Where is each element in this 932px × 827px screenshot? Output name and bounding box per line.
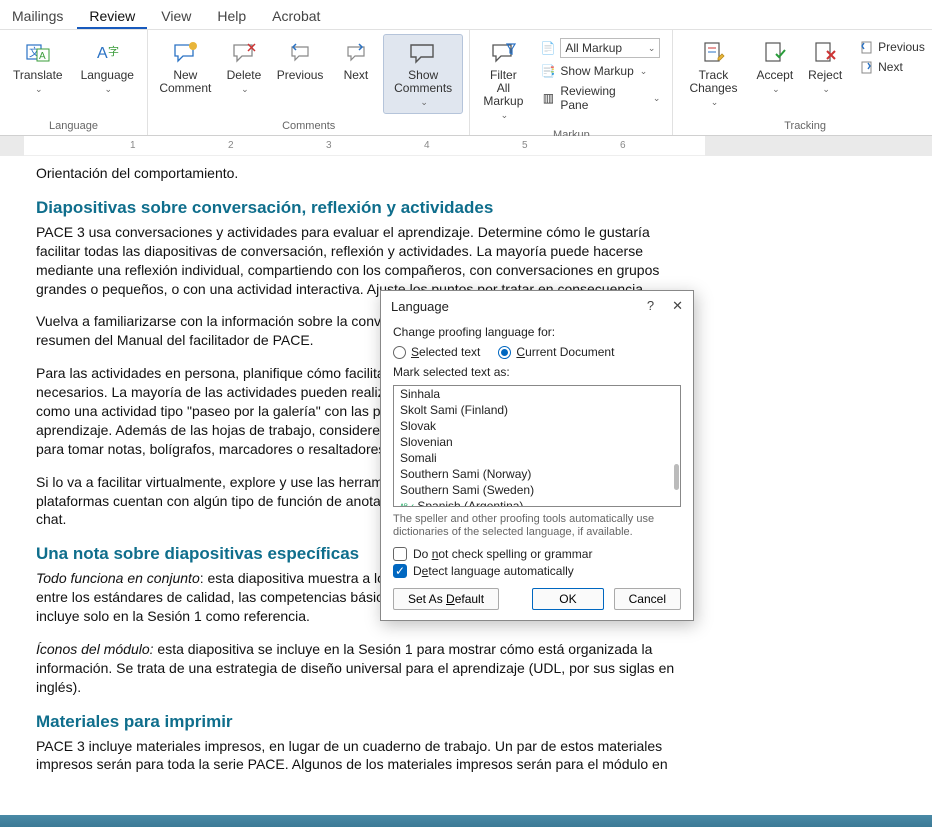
delete-comment-icon	[231, 39, 257, 67]
ruler[interactable]: 1 2 3 4 5 6	[0, 136, 932, 156]
next-comment-button[interactable]: Next	[333, 34, 379, 87]
group-comments: NewComment Delete⌄ Previous Next ShowCom…	[148, 30, 470, 135]
tracking-previous-button[interactable]: Previous	[852, 38, 931, 56]
new-comment-label: NewComment	[159, 69, 211, 95]
change-for-label: Change proofing language for:	[393, 325, 681, 339]
show-comments-button[interactable]: ShowComments ⌄	[383, 34, 463, 114]
status-bar	[0, 815, 932, 827]
language-icon: A字	[94, 39, 120, 67]
list-item[interactable]: Southern Sami (Norway)	[394, 466, 680, 482]
track-changes-icon	[700, 39, 726, 67]
filter-markup-label: Filter AllMarkup ⌄	[483, 69, 523, 122]
delete-comment-button[interactable]: Delete⌄	[221, 34, 268, 101]
reviewing-pane-button[interactable]: ▥ Reviewing Pane⌄	[534, 82, 666, 114]
menu-bar: Mailings Review View Help Acrobat	[0, 0, 932, 30]
previous-comment-label: Previous	[277, 69, 324, 82]
list-item[interactable]: Slovenian	[394, 434, 680, 450]
accept-icon	[762, 39, 788, 67]
doc-text: Íconos del módulo: esta diapositiva se i…	[36, 640, 688, 697]
set-default-button[interactable]: Set As Default	[393, 588, 499, 610]
dialog-note: The speller and other proofing tools aut…	[393, 513, 681, 539]
group-label-tracking: Tracking	[679, 118, 930, 135]
language-button[interactable]: A字 Language⌄	[74, 34, 141, 101]
group-markup: Filter AllMarkup ⌄ 📄 All Markup⌄ 📑 Show …	[470, 30, 673, 135]
accept-label: Accept⌄	[757, 69, 794, 96]
checkbox-no-check[interactable]: Do not check spelling or grammar	[393, 547, 681, 561]
previous-icon	[858, 40, 874, 54]
mark-as-label: Mark selected text as:	[393, 365, 681, 379]
reject-button[interactable]: Reject⌄	[802, 34, 848, 101]
track-changes-label: TrackChanges ⌄	[686, 69, 740, 109]
show-comments-icon	[408, 39, 438, 67]
menu-mailings[interactable]: Mailings	[0, 4, 75, 29]
filter-markup-button[interactable]: Filter AllMarkup ⌄	[476, 34, 530, 127]
ribbon: 文A Translate⌄ A字 Language⌄ Language NewC…	[0, 30, 932, 136]
dialog-title: Language	[391, 299, 449, 314]
list-item[interactable]: Slovak	[394, 418, 680, 434]
language-listbox[interactable]: Sinhala Skolt Sami (Finland) Slovak Slov…	[393, 385, 681, 507]
radio-selected-text[interactable]: Selected text	[393, 345, 480, 359]
next-comment-icon	[343, 39, 369, 67]
heading-materiales: Materiales para imprimir	[36, 711, 688, 734]
doc-text: PACE 3 usa conversaciones y actividades …	[36, 223, 688, 299]
new-comment-button[interactable]: NewComment	[154, 34, 217, 100]
listbox-scrollbar[interactable]	[674, 464, 679, 490]
list-item[interactable]: Skolt Sami (Finland)	[394, 402, 680, 418]
doc-text: PACE 3 incluye materiales impresos, en l…	[36, 737, 688, 775]
next-comment-label: Next	[344, 69, 369, 82]
tracking-next-button[interactable]: Next	[852, 58, 931, 76]
markup-dd-icon: 📄	[540, 41, 556, 55]
list-item[interactable]: ᴬᴮ✓Spanish (Argentina)	[394, 498, 680, 507]
checkbox-detect-auto[interactable]: ✓Detect language automatically	[393, 564, 681, 578]
heading-conversacion: Diapositivas sobre conversación, reflexi…	[36, 197, 688, 220]
show-markup-button[interactable]: 📑 Show Markup⌄	[534, 62, 666, 80]
next-icon	[858, 60, 874, 74]
menu-view[interactable]: View	[149, 4, 203, 29]
menu-review[interactable]: Review	[77, 4, 147, 29]
translate-button[interactable]: 文A Translate⌄	[6, 34, 70, 101]
dialog-titlebar: Language ? ✕	[381, 291, 693, 321]
show-comments-label: ShowComments ⌄	[390, 69, 456, 109]
group-label-language: Language	[6, 118, 141, 135]
translate-label: Translate⌄	[13, 69, 63, 96]
filter-icon	[490, 39, 516, 67]
previous-comment-button[interactable]: Previous	[271, 34, 329, 87]
doc-text: Orientación del comportamiento.	[36, 164, 688, 183]
svg-text:字: 字	[108, 44, 119, 58]
group-tracking: TrackChanges ⌄ Accept⌄ Reject⌄ Previous …	[673, 30, 932, 135]
language-label: Language⌄	[81, 69, 134, 96]
new-comment-icon	[172, 39, 198, 67]
translate-icon: 文A	[25, 39, 51, 67]
menu-help[interactable]: Help	[205, 4, 258, 29]
spellcheck-available-icon: ᴬᴮ✓	[400, 502, 415, 507]
reject-icon	[812, 39, 838, 67]
reviewing-pane-icon: ▥	[540, 91, 556, 105]
ok-button[interactable]: OK	[532, 588, 603, 610]
accept-button[interactable]: Accept⌄	[752, 34, 799, 101]
svg-text:A: A	[97, 45, 108, 62]
cancel-button[interactable]: Cancel	[614, 588, 681, 610]
radio-current-document[interactable]: Current Document	[498, 345, 614, 359]
previous-comment-icon	[287, 39, 313, 67]
svg-text:A: A	[39, 51, 46, 62]
track-changes-button[interactable]: TrackChanges ⌄	[679, 34, 747, 114]
delete-comment-label: Delete⌄	[227, 69, 262, 96]
group-label-comments: Comments	[154, 118, 463, 135]
language-dialog: Language ? ✕ Change proofing language fo…	[380, 290, 694, 621]
menu-acrobat[interactable]: Acrobat	[260, 4, 332, 29]
list-item[interactable]: Sinhala	[394, 386, 680, 402]
list-item[interactable]: Southern Sami (Sweden)	[394, 482, 680, 498]
dialog-close-button[interactable]: ✕	[672, 298, 683, 314]
all-markup-dropdown[interactable]: 📄 All Markup⌄	[534, 36, 666, 60]
list-item[interactable]: Somali	[394, 450, 680, 466]
group-language: 文A Translate⌄ A字 Language⌄ Language	[0, 30, 148, 135]
reject-label: Reject⌄	[808, 69, 842, 96]
dialog-help-button[interactable]: ?	[647, 298, 654, 314]
show-markup-icon: 📑	[540, 64, 556, 78]
